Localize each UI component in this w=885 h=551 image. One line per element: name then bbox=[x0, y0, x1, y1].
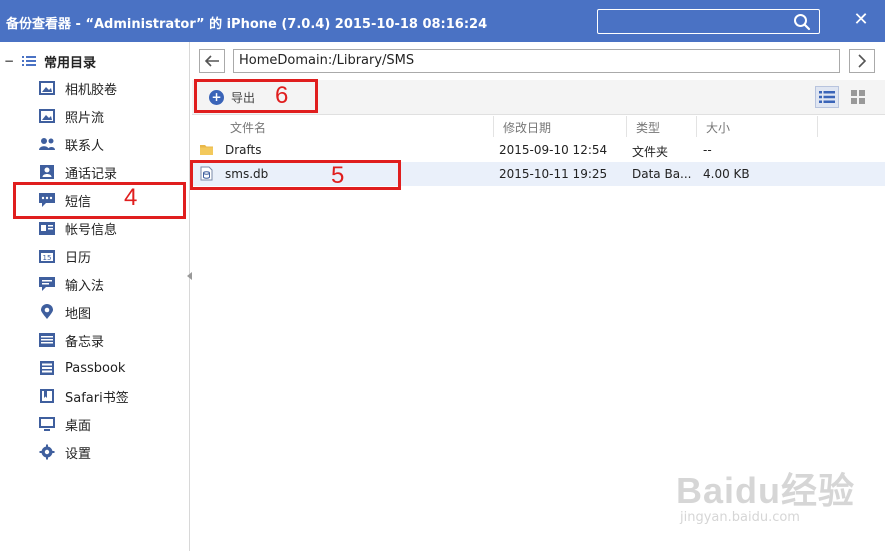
sidebar-item-label: 输入法 bbox=[65, 278, 105, 294]
sidebar-item-map[interactable]: 地图 bbox=[38, 301, 91, 323]
sidebar-item-label: 地图 bbox=[65, 306, 92, 322]
window-title: 备份查看器 - “Administrator” 的 iPhone (7.0.4)… bbox=[6, 17, 488, 32]
column-divider[interactable] bbox=[817, 116, 818, 137]
sidebar-item-camera-roll[interactable]: 相机胶卷 bbox=[38, 77, 117, 99]
annotation-number-5: 5 bbox=[331, 162, 345, 189]
sidebar-item-label: 桌面 bbox=[65, 418, 92, 434]
forward-button[interactable] bbox=[849, 49, 875, 73]
folder-icon bbox=[200, 145, 213, 155]
sidebar-item-label: 备忘录 bbox=[65, 334, 105, 350]
svg-text:15: 15 bbox=[43, 254, 52, 262]
annotation-number-4: 4 bbox=[124, 184, 138, 211]
file-table-header: 文件名 修改日期 类型 大小 bbox=[192, 116, 885, 137]
sidebar-root[interactable]: − 常用目录 bbox=[0, 52, 97, 71]
title-bar: 备份查看器 - “Administrator” 的 iPhone (7.0.4)… bbox=[0, 0, 885, 42]
sidebar-item-label: 联系人 bbox=[65, 138, 105, 154]
annotation-box-smsdb bbox=[190, 160, 401, 190]
search-input[interactable] bbox=[597, 9, 820, 34]
sidebar: − 常用目录 相机胶卷 照片流 联系人 通话记录 短信 帐号信息 15 日历 输… bbox=[0, 42, 192, 551]
sidebar-item-account[interactable]: 帐号信息 bbox=[38, 217, 117, 239]
column-divider[interactable] bbox=[626, 116, 627, 137]
sidebar-item-calendar[interactable]: 15 日历 bbox=[38, 245, 91, 267]
back-button[interactable] bbox=[199, 49, 225, 73]
file-modified: 2015-10-11 19:25 bbox=[499, 167, 608, 181]
bookmark-icon bbox=[40, 389, 54, 403]
annotation-box-sms bbox=[13, 182, 186, 219]
column-header-name[interactable]: 文件名 bbox=[230, 119, 266, 136]
annotation-box-export bbox=[194, 79, 318, 113]
call-log-icon bbox=[40, 165, 54, 179]
calendar-icon: 15 bbox=[39, 250, 55, 263]
list-icon bbox=[22, 56, 36, 66]
column-divider[interactable] bbox=[696, 116, 697, 137]
column-header-size[interactable]: 大小 bbox=[706, 119, 730, 136]
file-size: 4.00 KB bbox=[703, 167, 750, 181]
close-icon[interactable]: ✕ bbox=[851, 10, 871, 30]
sidebar-item-label: 通话记录 bbox=[65, 166, 118, 182]
sidebar-item-contacts[interactable]: 联系人 bbox=[38, 133, 104, 155]
grid-view-icon bbox=[851, 90, 865, 104]
chevron-right-icon bbox=[858, 54, 867, 68]
sidebar-splitter-handle[interactable] bbox=[187, 272, 192, 280]
file-modified: 2015-09-10 12:54 bbox=[499, 143, 608, 157]
column-header-modified[interactable]: 修改日期 bbox=[503, 119, 551, 136]
input-method-icon bbox=[39, 277, 55, 291]
sidebar-root-label: 常用目录 bbox=[44, 55, 97, 71]
sidebar-item-call-log[interactable]: 通话记录 bbox=[38, 161, 117, 183]
path-input[interactable]: HomeDomain:/Library/SMS bbox=[233, 49, 840, 73]
sidebar-item-input-method[interactable]: 输入法 bbox=[38, 273, 104, 295]
photo-icon bbox=[39, 81, 55, 95]
sidebar-item-notes[interactable]: 备忘录 bbox=[38, 329, 104, 351]
map-pin-icon bbox=[41, 304, 53, 319]
desktop-icon bbox=[39, 417, 55, 431]
file-name: Drafts bbox=[225, 143, 262, 157]
notes-icon bbox=[39, 333, 55, 347]
column-divider[interactable] bbox=[493, 116, 494, 137]
collapse-icon[interactable]: − bbox=[2, 54, 16, 68]
sidebar-item-label: 照片流 bbox=[65, 110, 105, 126]
watermark: Baidu经验 jingyan.baidu.com bbox=[676, 462, 855, 525]
photostream-icon bbox=[39, 109, 55, 123]
sidebar-item-label: 日历 bbox=[65, 250, 92, 266]
settings-gear-icon bbox=[39, 444, 55, 460]
sidebar-item-label: Passbook bbox=[65, 360, 126, 376]
column-header-type[interactable]: 类型 bbox=[636, 119, 660, 136]
table-row[interactable]: Drafts 2015-09-10 12:54 文件夹 -- bbox=[192, 138, 885, 162]
sidebar-item-photostream[interactable]: 照片流 bbox=[38, 105, 104, 127]
sidebar-item-label: 设置 bbox=[65, 446, 92, 462]
search-icon[interactable] bbox=[793, 13, 811, 31]
sidebar-item-label: 帐号信息 bbox=[65, 222, 118, 238]
list-view-button[interactable] bbox=[815, 86, 839, 108]
passbook-icon bbox=[40, 361, 54, 375]
contacts-icon bbox=[39, 138, 55, 150]
account-icon bbox=[39, 222, 55, 235]
file-type: 文件夹 bbox=[632, 145, 669, 159]
sidebar-item-safari-bookmarks[interactable]: Safari书签 bbox=[38, 385, 129, 407]
grid-view-button[interactable] bbox=[846, 86, 870, 108]
annotation-number-6: 6 bbox=[275, 82, 289, 109]
file-size: -- bbox=[703, 143, 712, 157]
sidebar-item-desktop[interactable]: 桌面 bbox=[38, 413, 91, 435]
sidebar-item-passbook[interactable]: Passbook bbox=[38, 357, 125, 379]
arrow-left-icon bbox=[204, 55, 219, 67]
sidebar-item-label: Safari书签 bbox=[65, 390, 129, 406]
sidebar-item-settings[interactable]: 设置 bbox=[38, 441, 91, 463]
list-view-icon bbox=[819, 91, 835, 103]
sidebar-item-label: 相机胶卷 bbox=[65, 82, 118, 98]
file-type: Data Ba... bbox=[632, 167, 692, 181]
watermark-logo-text: Baidu经验 bbox=[676, 470, 856, 511]
